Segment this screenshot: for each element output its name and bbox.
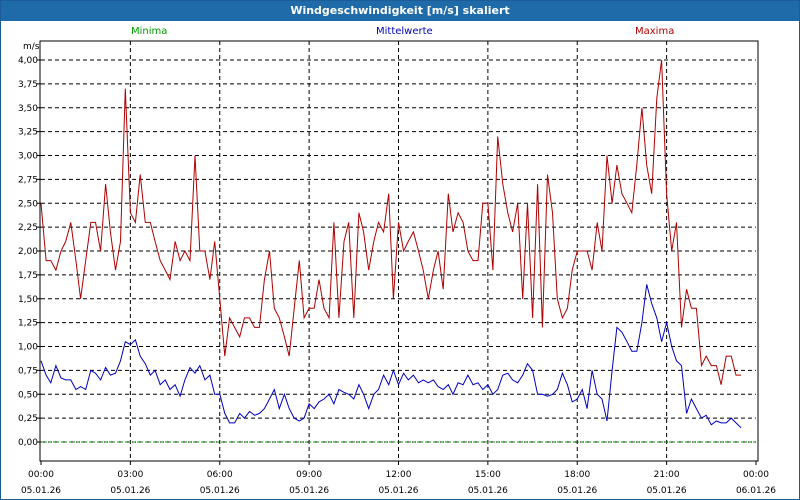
y-axis-label: m/s: [23, 42, 40, 52]
x-tick-time-label: 21:00: [654, 470, 680, 480]
x-tick-date-label: 05.01.26: [289, 486, 329, 496]
y-tick-label: 3,50: [18, 104, 38, 114]
x-tick-date-label: 05.01.26: [378, 486, 418, 496]
x-tick-date-label: 05.01.26: [557, 486, 597, 496]
x-tick-time-label: 00:00: [743, 470, 769, 480]
y-tick-label: 1,75: [18, 271, 38, 281]
x-tick-time-label: 12:00: [386, 470, 412, 480]
x-tick-date-label: 05.01.26: [110, 486, 150, 496]
y-tick-label: 3,75: [18, 80, 38, 90]
y-tick-label: 2,25: [18, 223, 38, 233]
x-tick-time-label: 18:00: [564, 470, 590, 480]
x-tick-time-label: 15:00: [475, 470, 501, 480]
x-tick-date-label: 05.01.26: [468, 486, 508, 496]
line-chart: 0,00 0,25 0,50 0,75 1,00 1,25 1,50 1,75 2,00 2,25…: [18, 40, 776, 496]
y-tick-label: 1,25: [18, 319, 38, 329]
y-tick-label: 2,00: [18, 247, 38, 257]
y-tick-label: 1,50: [18, 295, 38, 305]
x-tick-date-label: 05.01.26: [647, 486, 687, 496]
y-tick-label: 2,50: [18, 199, 38, 209]
x-tick-date-label: 05.01.26: [21, 486, 61, 496]
y-tick-label: 0,25: [18, 414, 38, 424]
y-tick-label: 0,75: [18, 366, 38, 376]
x-tick-time-label: 00:00: [28, 470, 54, 480]
y-tick-label: 0,50: [18, 390, 38, 400]
y-tick-label: 1,00: [18, 343, 38, 353]
chart-window: Windgeschwindigkeit [m/s] skaliert Minim…: [0, 0, 800, 500]
x-tick-date-label: 06.01.26: [736, 486, 776, 496]
x-tick-time-label: 03:00: [117, 470, 143, 480]
y-tick-label: 2,75: [18, 175, 38, 185]
y-tick-label: 4,00: [18, 56, 38, 66]
x-tick-date-label: 05.01.26: [200, 486, 240, 496]
y-tick-label: 0,00: [18, 438, 38, 448]
y-tick-label: 3,25: [18, 128, 38, 138]
x-tick-time-label: 09:00: [296, 470, 322, 480]
y-tick-label: 3,00: [18, 152, 38, 162]
x-tick-time-label: 06:00: [207, 470, 233, 480]
